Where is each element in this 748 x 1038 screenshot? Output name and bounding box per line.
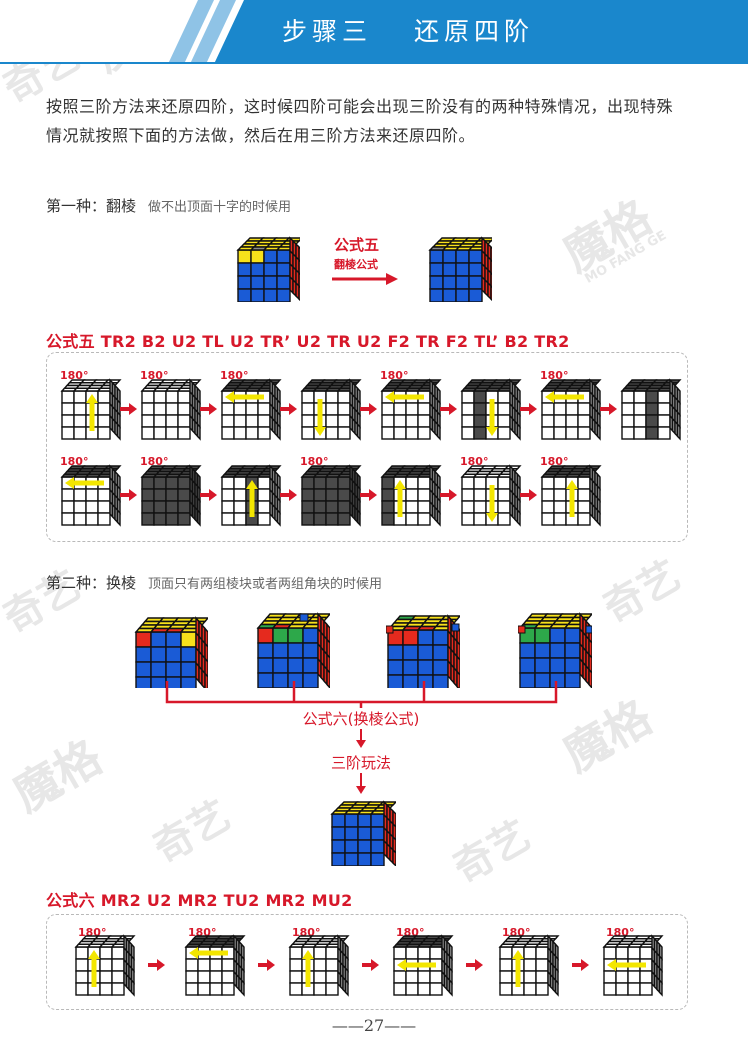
formula6-step-cube bbox=[288, 934, 350, 997]
case2-connector bbox=[165, 681, 558, 794]
formula6-step-cube bbox=[74, 934, 136, 997]
cube-solved-top bbox=[330, 800, 396, 866]
formula6-step-cube bbox=[392, 934, 454, 997]
arrow-right-icon bbox=[466, 959, 483, 971]
formula6-label: 公式六 MR2 U2 MR2 TU2 MR2 MU2 bbox=[46, 891, 353, 910]
formula6-step-cube bbox=[498, 934, 560, 997]
page-number: ——27—— bbox=[331, 1016, 417, 1035]
arrow-right-icon bbox=[572, 959, 589, 971]
arrow-right-icon bbox=[148, 959, 165, 971]
formula6-step-cube bbox=[184, 934, 246, 997]
arrow-right-icon bbox=[258, 959, 275, 971]
formula6-caption: 公式六(换棱公式) bbox=[280, 708, 442, 729]
arrow-right-icon bbox=[362, 959, 379, 971]
formula6-step-cube bbox=[602, 934, 664, 997]
three-layer-method: 三阶玩法 bbox=[330, 754, 391, 772]
